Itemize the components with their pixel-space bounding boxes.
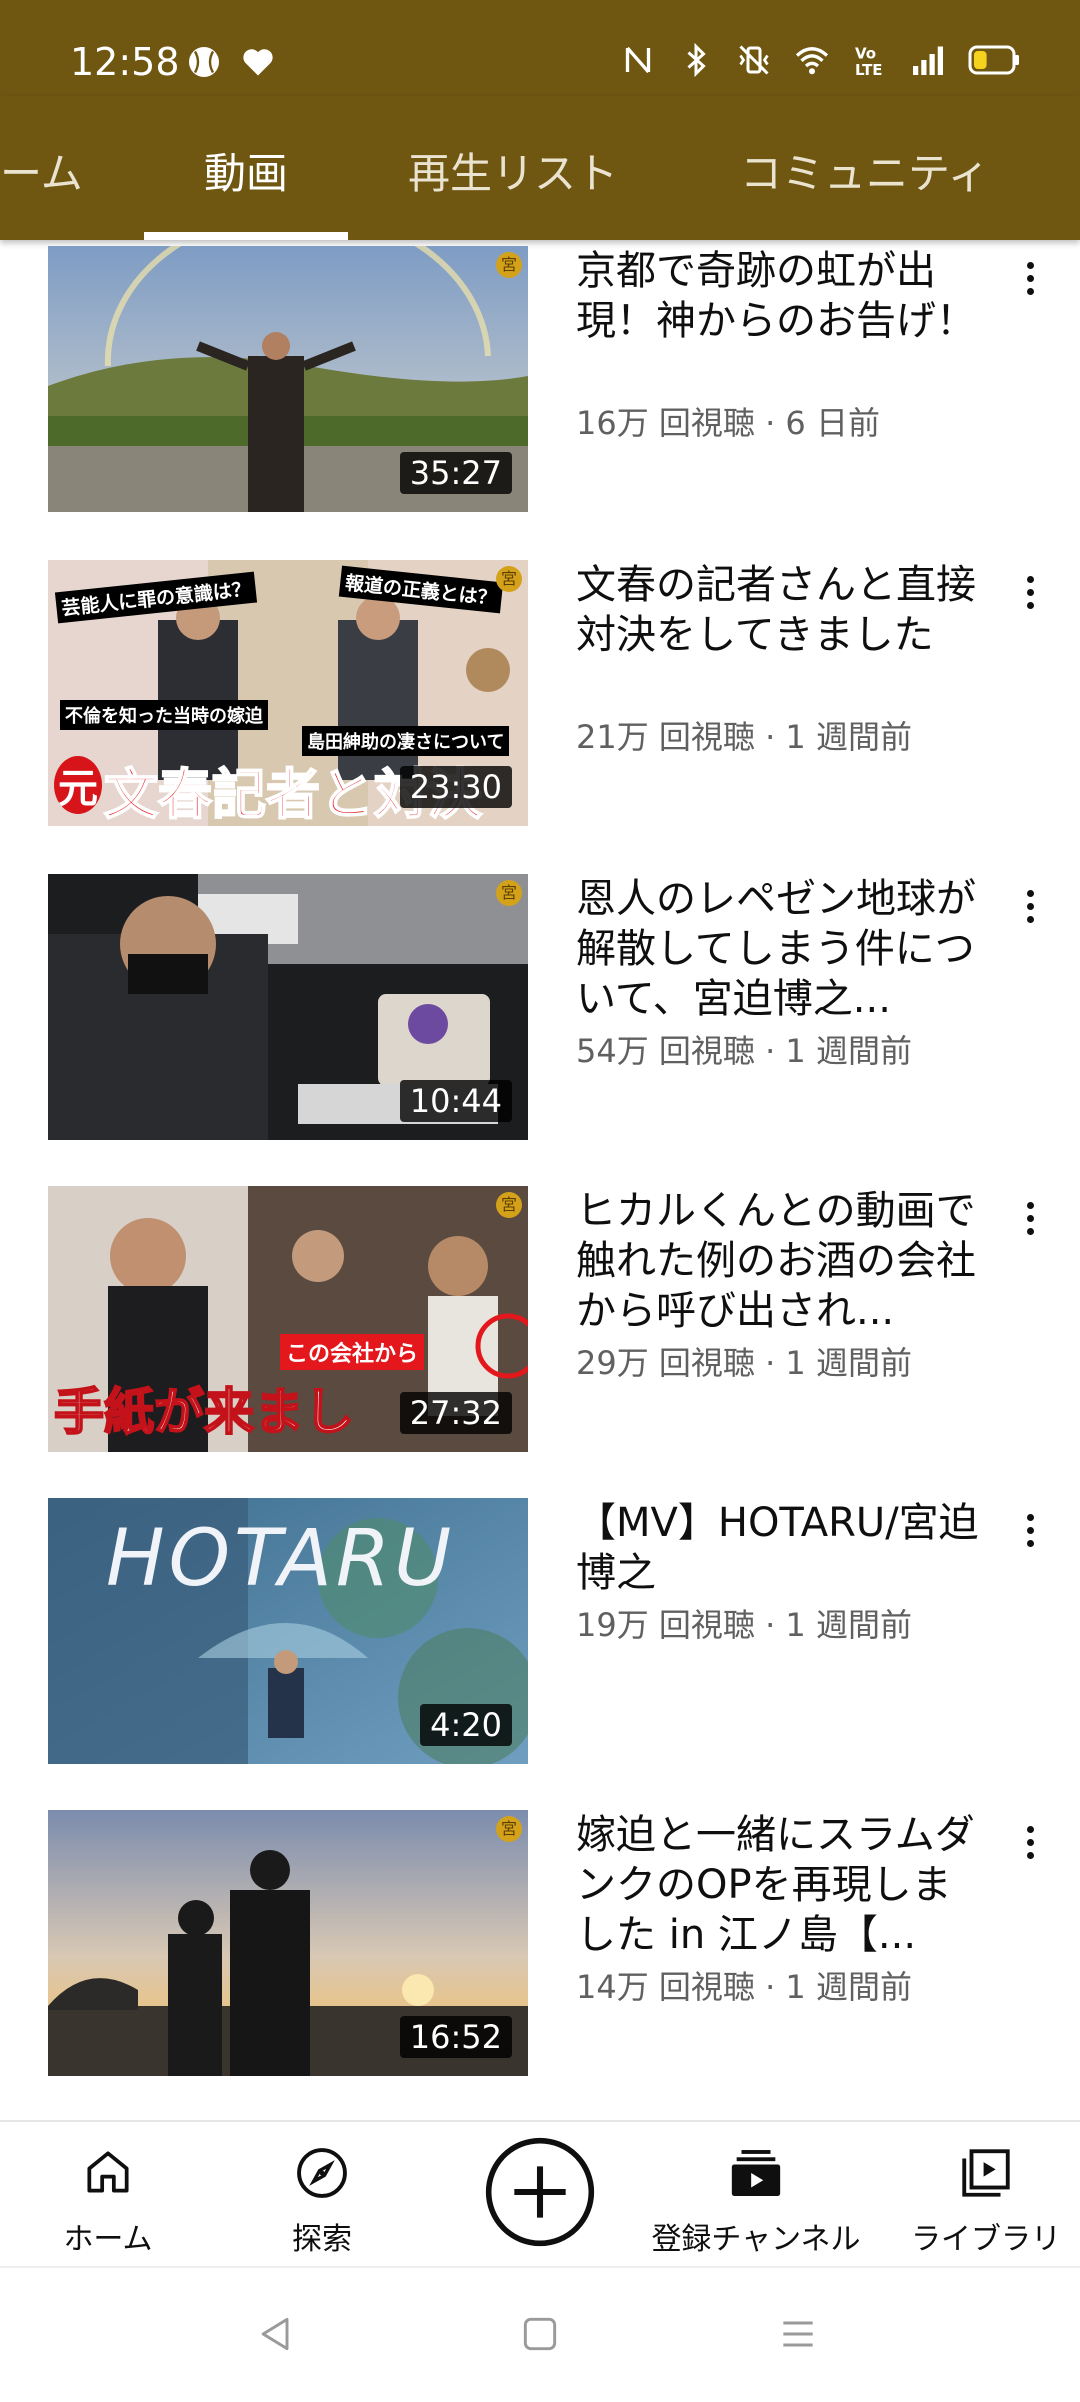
video-item[interactable]: 宮 10:44 恩人のレペゼン地球が解散してしまう件について、宮迫博之... 5…	[0, 874, 1080, 1140]
video-title[interactable]: 【MV】HOTARU/宮迫博之	[576, 1498, 986, 1598]
video-title[interactable]: 京都で奇跡の虹が出現！神からのお告げ！	[576, 246, 986, 346]
video-meta: 21万 回視聴 · 1 週間前	[576, 718, 912, 756]
svg-text:Vo: Vo	[855, 45, 876, 63]
active-tab-indicator	[144, 232, 348, 240]
video-duration: 35:27	[399, 452, 512, 494]
nav-home-label: ホーム	[63, 2222, 153, 2257]
back-icon[interactable]	[254, 2312, 298, 2356]
compass-icon	[297, 2148, 347, 2198]
video-thumbnail[interactable]: 芸能人に罪の意識は？ 報道の正義とは？ 不倫を知った当時の嫁迫 島田紳助の凄さに…	[48, 560, 528, 826]
overview-icon[interactable]	[518, 2312, 562, 2356]
status-bar: 12:58 Vo LTE	[0, 0, 1080, 96]
video-meta: 29万 回視聴 · 1 週間前	[576, 1344, 912, 1382]
video-item[interactable]: 宮 16:52 嫁迫と一緒にスラムダンクのOPを再現しました in 江ノ島【..…	[0, 1810, 1080, 2076]
tab-community[interactable]: コミュニティ	[740, 140, 989, 201]
tab-home[interactable]: ーム	[0, 140, 83, 201]
thumbnail-caption: HOTARU	[106, 1514, 456, 1604]
bottom-navigation: ホーム 探索 登録チャンネル ライブラリ	[0, 2120, 1080, 2268]
video-duration: 27:32	[399, 1392, 512, 1434]
thumbnail-caption: 不倫を知った当時の嫁迫	[60, 700, 268, 730]
channel-badge: 宮	[496, 880, 522, 906]
battery-icon	[968, 45, 1019, 75]
nav-explore-label: 探索	[292, 2222, 352, 2257]
volte-icon: VoLTE	[855, 45, 883, 79]
video-meta: 16万 回視聴 · 6 日前	[576, 404, 880, 442]
bluetooth-icon	[687, 42, 706, 78]
video-thumbnail[interactable]: 宮 35:27	[48, 246, 528, 512]
status-time: 12:58	[70, 40, 180, 84]
nav-subscriptions-label: 登録チャンネル	[651, 2222, 861, 2257]
thumbnail-caption: この会社から	[280, 1334, 425, 1370]
more-options-icon[interactable]	[1012, 570, 1048, 620]
channel-badge: 宮	[496, 1816, 522, 1842]
video-item[interactable]: この会社から 手紙が来まし 宮 27:32 ヒカルくんとの動画で触れた例のお酒の…	[0, 1186, 1080, 1452]
nav-library[interactable]: ライブラリ	[896, 2122, 1076, 2268]
video-title[interactable]: 恩人のレペゼン地球が解散してしまう件について、宮迫博之...	[576, 874, 986, 1024]
video-title[interactable]: 嫁迫と一緒にスラムダンクのOPを再現しました in 江ノ島【...	[576, 1810, 986, 1960]
nav-library-label: ライブラリ	[911, 2222, 1061, 2257]
heart-icon	[243, 49, 273, 76]
add-circle-icon	[485, 2137, 595, 2247]
more-options-icon[interactable]	[1012, 1508, 1048, 1558]
baseball-icon	[189, 47, 219, 77]
video-item[interactable]: HOTARU 4:20 【MV】HOTARU/宮迫博之 19万 回視聴 · 1 …	[0, 1498, 1080, 1764]
channel-badge: 宮	[496, 1192, 522, 1218]
video-duration: 16:52	[399, 2016, 512, 2058]
video-thumbnail[interactable]: 宮 10:44	[48, 874, 528, 1140]
thumbnail-caption: 元	[54, 756, 102, 814]
video-duration: 23:30	[399, 766, 512, 808]
tab-videos[interactable]: 動画	[204, 140, 288, 201]
nav-subscriptions[interactable]: 登録チャンネル	[640, 2122, 872, 2268]
video-duration: 10:44	[399, 1080, 512, 1122]
signal-icon	[913, 46, 943, 75]
video-duration: 4:20	[420, 1704, 512, 1746]
library-icon	[962, 2149, 1010, 2197]
thumbnail-caption: 手紙が来まし	[53, 1382, 355, 1442]
nfc-icon	[625, 46, 651, 74]
video-title[interactable]: 文春の記者さんと直接対決をしてきました	[576, 560, 986, 660]
video-item[interactable]: 芸能人に罪の意識は？ 報道の正義とは？ 不倫を知った当時の嫁迫 島田紳助の凄さに…	[0, 560, 1080, 826]
video-meta: 14万 回視聴 · 1 週間前	[576, 1968, 912, 2006]
channel-badge: 宮	[496, 566, 522, 592]
more-options-icon[interactable]	[1012, 1820, 1048, 1870]
vibrate-icon	[739, 45, 769, 75]
nav-explore[interactable]: 探索	[254, 2122, 390, 2268]
video-title[interactable]: ヒカルくんとの動画で触れた例のお酒の会社から呼び出され...	[576, 1186, 986, 1336]
video-thumbnail[interactable]: 宮 16:52	[48, 1810, 528, 2076]
video-meta: 54万 回視聴 · 1 週間前	[576, 1032, 912, 1070]
video-meta: 19万 回視聴 · 1 週間前	[576, 1606, 912, 1644]
channel-tabs: ーム 動画 再生リスト コミュニティ	[0, 96, 1080, 240]
nav-home[interactable]: ホーム	[40, 2122, 176, 2268]
video-list[interactable]: 宮 35:27 京都で奇跡の虹が出現！神からのお告げ！ 16万 回視聴 · 6 …	[0, 240, 1080, 2120]
wifi-icon	[795, 47, 829, 75]
system-navigation-bar	[0, 2266, 1080, 2402]
svg-text:LTE: LTE	[855, 61, 883, 78]
more-options-icon[interactable]	[1012, 1196, 1048, 1246]
home-icon	[87, 2151, 129, 2193]
channel-badge: 宮	[496, 252, 522, 278]
more-options-icon[interactable]	[1012, 256, 1048, 306]
video-item[interactable]: 宮 35:27 京都で奇跡の虹が出現！神からのお告げ！ 16万 回視聴 · 6 …	[0, 246, 1080, 512]
nav-create[interactable]	[480, 2122, 600, 2268]
more-options-icon[interactable]	[1012, 884, 1048, 934]
tab-playlists[interactable]: 再生リスト	[408, 140, 618, 201]
menu-icon[interactable]	[776, 2312, 820, 2356]
video-thumbnail[interactable]: HOTARU 4:20	[48, 1498, 528, 1764]
video-thumbnail[interactable]: この会社から 手紙が来まし 宮 27:32	[48, 1186, 528, 1452]
subscriptions-icon	[731, 2150, 781, 2196]
